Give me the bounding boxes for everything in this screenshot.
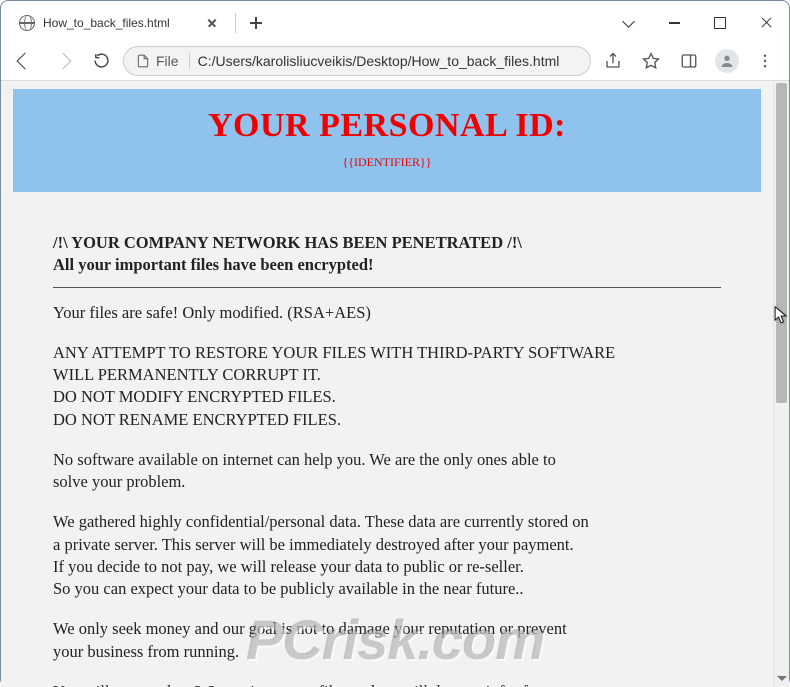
scrollbar-down-arrow-icon[interactable] xyxy=(774,670,789,686)
address-bar[interactable]: File C:/Users/karolisliucveikis/Desktop/… xyxy=(123,46,591,76)
window-controls xyxy=(605,5,789,41)
window-titlebar: How_to_back_files.html xyxy=(1,5,789,41)
note-warn-2: WILL PERMANENTLY CORRUPT IT. xyxy=(53,364,721,386)
url-path: C:/Users/karolisliucveikis/Desktop/How_t… xyxy=(198,53,578,69)
note-nosw-1: No software available on internet can he… xyxy=(53,449,721,471)
note-heading-1: /!\ YOUR COMPANY NETWORK HAS BEEN PENETR… xyxy=(53,233,522,252)
new-tab-button[interactable] xyxy=(242,9,270,37)
divider xyxy=(53,287,721,288)
vertical-scrollbar[interactable] xyxy=(773,81,789,687)
tab-search-button[interactable] xyxy=(605,5,651,41)
reload-icon xyxy=(93,52,110,69)
tab-separator xyxy=(235,13,236,33)
note-warn-4: DO NOT RENAME ENCRYPTED FILES. xyxy=(53,409,721,431)
page-viewport: YOUR PERSONAL ID: {{IDENTIFIER}} /!\ YOU… xyxy=(1,81,789,687)
note-data-1: We gathered highly confidential/personal… xyxy=(53,511,721,533)
banner-identifier: {{IDENTIFIER}} xyxy=(13,155,761,170)
note-goal-1: We only seek money and our goal is not t… xyxy=(53,618,721,640)
url-scheme-chip: File xyxy=(136,53,190,69)
tab-close-icon[interactable] xyxy=(205,16,219,30)
note-safe-line: Your files are safe! Only modified. (RSA… xyxy=(53,302,721,324)
arrow-right-icon xyxy=(55,52,72,69)
star-icon xyxy=(642,52,660,70)
profile-button[interactable] xyxy=(711,45,743,77)
window-close-button[interactable] xyxy=(743,5,789,41)
window-maximize-button[interactable] xyxy=(697,5,743,41)
note-warn-1: ANY ATTEMPT TO RESTORE YOUR FILES WITH T… xyxy=(53,342,721,364)
note-warn-3: DO NOT MODIFY ENCRYPTED FILES. xyxy=(53,386,721,408)
note-data-3: If you decide to not pay, we will releas… xyxy=(53,556,721,578)
nav-forward-button[interactable] xyxy=(47,45,79,77)
banner-title: YOUR PERSONAL ID: xyxy=(13,107,761,145)
share-button[interactable] xyxy=(597,45,629,77)
kebab-icon xyxy=(756,52,774,70)
browser-toolbar: File C:/Users/karolisliucveikis/Desktop/… xyxy=(1,41,789,81)
ransom-note-body: /!\ YOUR COMPANY NETWORK HAS BEEN PENETR… xyxy=(13,192,761,687)
plus-icon xyxy=(250,17,262,29)
url-scheme-label: File xyxy=(156,53,179,69)
note-data-4: So you can expect your data to be public… xyxy=(53,578,721,600)
note-goal-2: your business from running. xyxy=(53,641,721,663)
tab-title: How_to_back_files.html xyxy=(43,16,197,30)
side-panel-button[interactable] xyxy=(673,45,705,77)
bookmark-button[interactable] xyxy=(635,45,667,77)
note-data-2: a private server. This server will be im… xyxy=(53,534,721,556)
menu-button[interactable] xyxy=(749,45,781,77)
arrow-left-icon xyxy=(17,52,34,69)
nav-back-button[interactable] xyxy=(9,45,41,77)
page-content: YOUR PERSONAL ID: {{IDENTIFIER}} /!\ YOU… xyxy=(1,81,773,687)
globe-icon xyxy=(19,15,35,31)
panel-icon xyxy=(680,52,698,70)
note-heading-2: All your important files have been encry… xyxy=(53,255,374,274)
avatar-icon xyxy=(715,49,739,73)
scrollbar-thumb[interactable] xyxy=(776,83,787,403)
note-nosw-2: solve your problem. xyxy=(53,471,721,493)
window-minimize-button[interactable] xyxy=(651,5,697,41)
ransom-banner: YOUR PERSONAL ID: {{IDENTIFIER}} xyxy=(13,89,761,192)
file-icon xyxy=(136,54,150,68)
note-proof-1: You will can send us 2-3 non-important f… xyxy=(53,681,721,687)
share-icon xyxy=(604,52,622,70)
mouse-cursor-icon xyxy=(774,306,788,326)
browser-tab[interactable]: How_to_back_files.html xyxy=(9,7,229,39)
reload-button[interactable] xyxy=(85,45,117,77)
